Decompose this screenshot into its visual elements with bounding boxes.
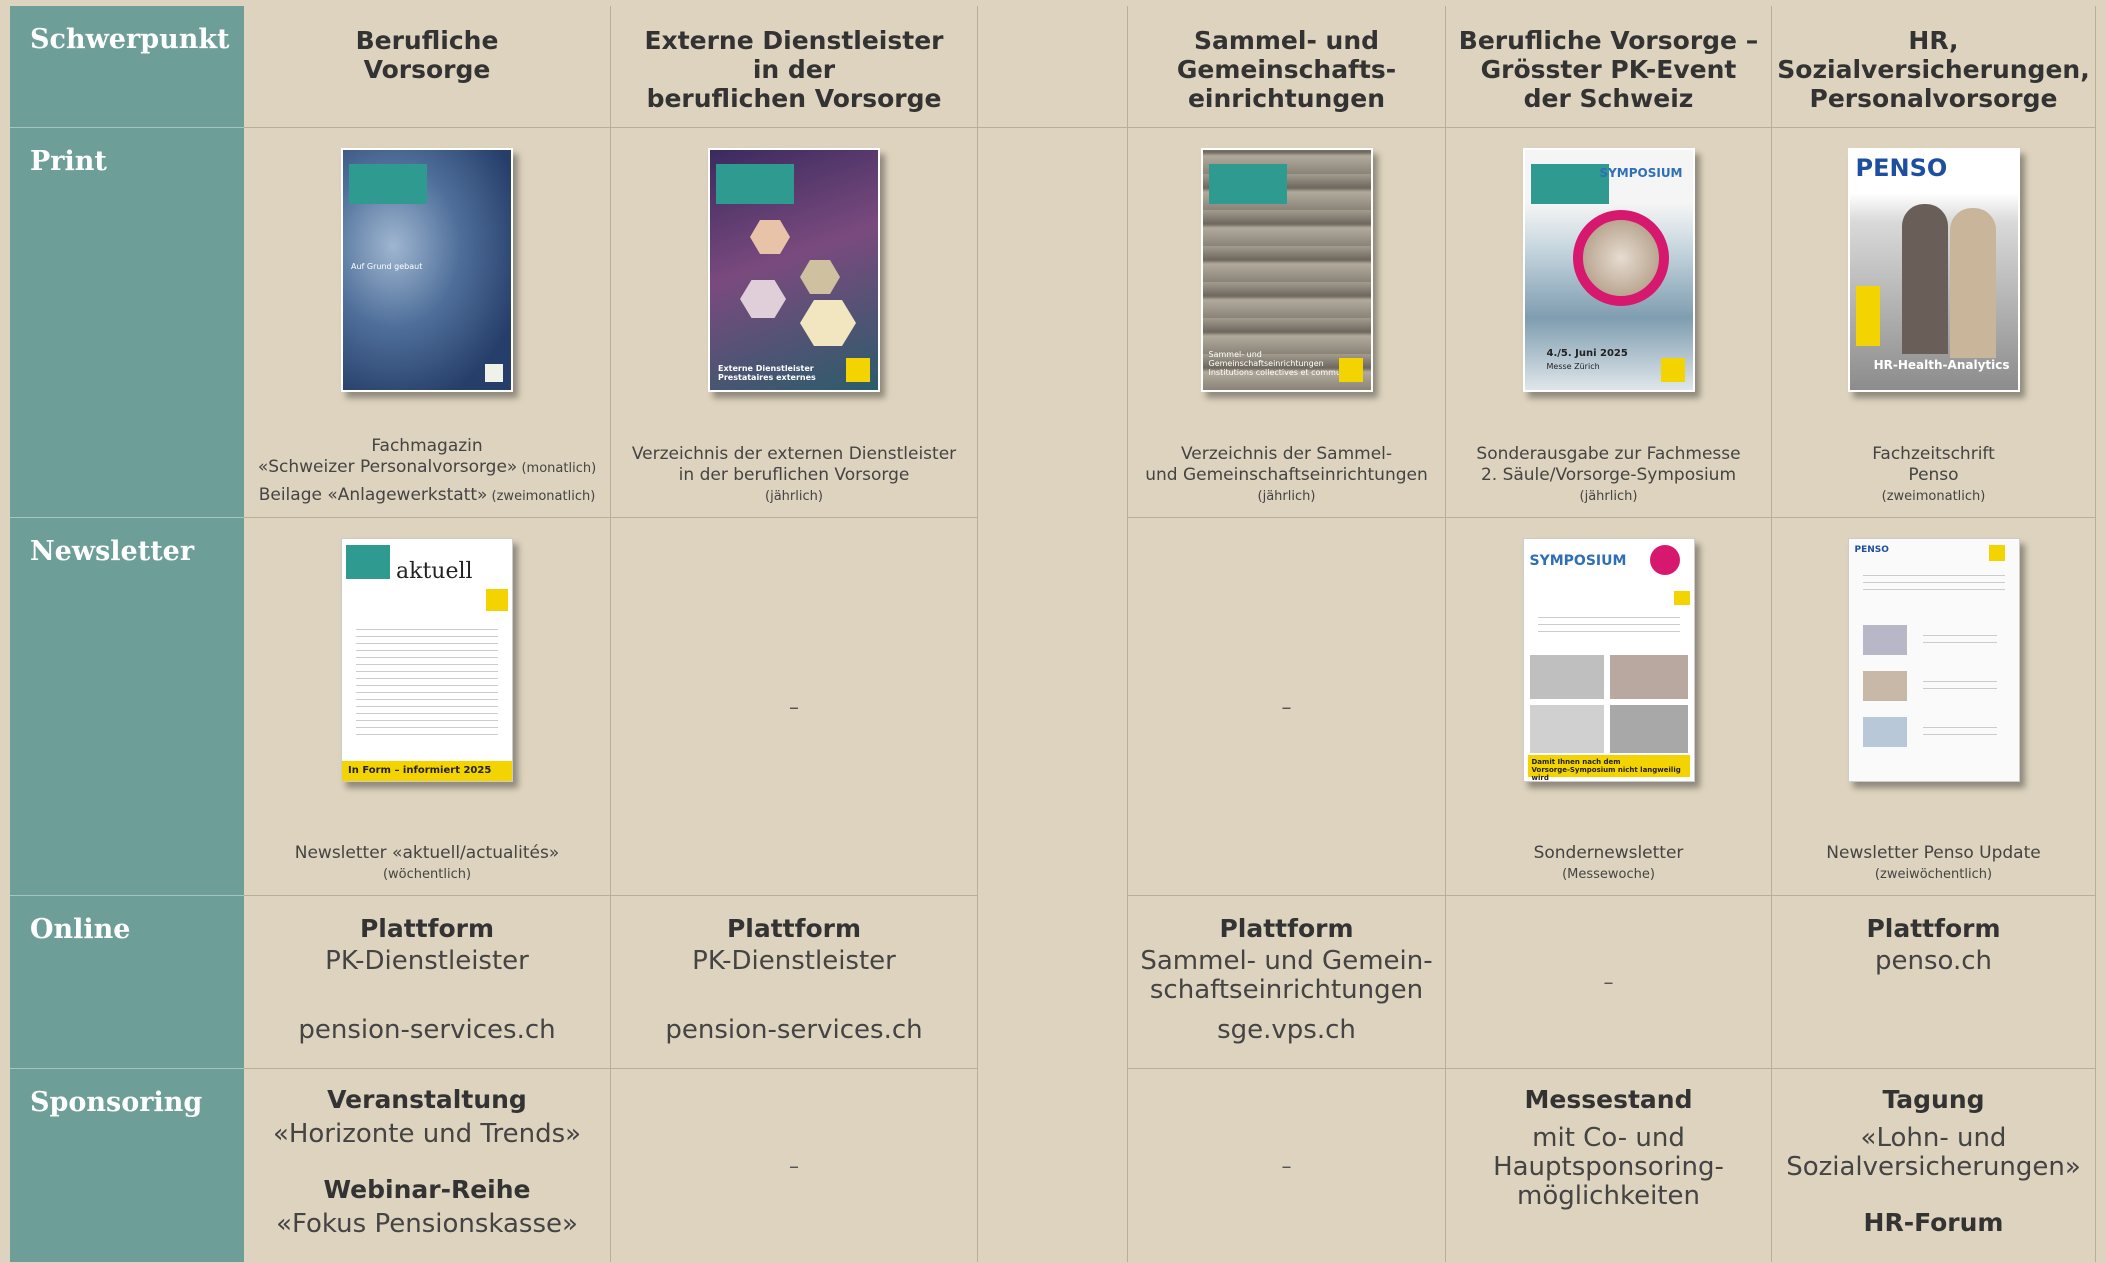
online-berufliche-vorsorge: Plattform PK-Dienstleister pension-servi… <box>244 896 611 1069</box>
print-sammeleinrichtungen: Sammel- und Gemeinschaftseinrichtungen I… <box>1128 128 1446 518</box>
newsletter-berufliche-vorsorge: aktuell In Form – informiert 2025 Newsle… <box>244 518 611 896</box>
column-header-hr: HR, Sozialversicherungen, Personalvorsor… <box>1772 6 2096 128</box>
overview-table: Schwerpunkt Berufliche Vorsorge Externe … <box>10 6 2096 1262</box>
newsletter-preview-image[interactable]: PENSO <box>1847 538 2020 782</box>
directory-cover-image[interactable]: Externe Dienstleister Prestataires exter… <box>708 148 880 392</box>
column-header-externe-dienstleister: Externe Dienstleister in der beruflichen… <box>611 6 978 128</box>
column-header-sammeleinrichtungen: Sammel- und Gemeinschafts- einrichtungen <box>1128 6 1446 128</box>
sponsoring-hr: Tagung «Lohn- und Sozialversicherungen» … <box>1772 1069 2096 1262</box>
newsletter-pk-event: SYMPOSIUM Damit Ihnen nach dem Vorsorge-… <box>1446 518 1772 896</box>
row-label-newsletter: Newsletter <box>10 518 244 896</box>
special-edition-cover-image[interactable]: SYMPOSIUM 4./5. Juni 2025 Messe Zürich <box>1522 148 1695 392</box>
pension-services-link[interactable]: pension-services.ch <box>244 1016 610 1045</box>
sponsoring-pk-event: Messestand mit Co- und Hauptsponsoring- … <box>1446 1069 1772 1262</box>
print-hr: PENSO HR-Health-Analytics Fachzeitschrif… <box>1772 128 2096 518</box>
online-hr: Plattform penso.ch <box>1772 896 2096 1069</box>
online-sammeleinrichtungen: Plattform Sammel- und Gemein- schaftsein… <box>1128 896 1446 1069</box>
column-gap <box>978 518 1128 896</box>
row-label-print: Print <box>10 128 244 518</box>
column-gap <box>978 128 1128 518</box>
online-externe-dienstleister: Plattform PK-Dienstleister pension-servi… <box>611 896 978 1069</box>
newsletter-preview-image[interactable]: SYMPOSIUM Damit Ihnen nach dem Vorsorge-… <box>1522 538 1695 782</box>
newsletter-externe-dienstleister: – <box>611 518 978 896</box>
print-pk-event: SYMPOSIUM 4./5. Juni 2025 Messe Zürich S… <box>1446 128 1772 518</box>
penso-cover-image[interactable]: PENSO HR-Health-Analytics <box>1847 148 2020 392</box>
column-gap <box>978 896 1128 1069</box>
sponsoring-berufliche-vorsorge: Veranstaltung «Horizonte und Trends» Web… <box>244 1069 611 1262</box>
sge-link[interactable]: sge.vps.ch <box>1128 1016 1445 1045</box>
online-pk-event: – <box>1446 896 1772 1069</box>
newsletter-sammeleinrichtungen: – <box>1128 518 1446 896</box>
column-gap <box>978 1069 1128 1262</box>
directory-cover-image[interactable]: Sammel- und Gemeinschaftseinrichtungen I… <box>1200 148 1373 392</box>
row-label-sponsoring: Sponsoring <box>10 1069 244 1262</box>
print-berufliche-vorsorge: Auf Grund gebaut Fachmagazin «Schweizer … <box>244 128 611 518</box>
newsletter-preview-image[interactable]: aktuell In Form – informiert 2025 <box>341 538 513 782</box>
print-externe-dienstleister: Externe Dienstleister Prestataires exter… <box>611 128 978 518</box>
sponsoring-sammeleinrichtungen: – <box>1128 1069 1446 1262</box>
row-label-online: Online <box>10 896 244 1069</box>
penso-link[interactable]: penso.ch <box>1772 947 2095 976</box>
newsletter-hr: PENSO Newsletter Penso Update (zweiwöche… <box>1772 518 2096 896</box>
row-label-schwerpunkt: Schwerpunkt <box>10 6 244 128</box>
column-header-berufliche-vorsorge: Berufliche Vorsorge <box>244 6 611 128</box>
column-gap <box>978 6 1128 128</box>
magazine-cover-image[interactable]: Auf Grund gebaut <box>341 148 513 392</box>
pension-services-link[interactable]: pension-services.ch <box>611 1016 977 1045</box>
sponsoring-externe-dienstleister: – <box>611 1069 978 1262</box>
column-header-pk-event: Berufliche Vorsorge – Grösster PK-Event … <box>1446 6 1772 128</box>
